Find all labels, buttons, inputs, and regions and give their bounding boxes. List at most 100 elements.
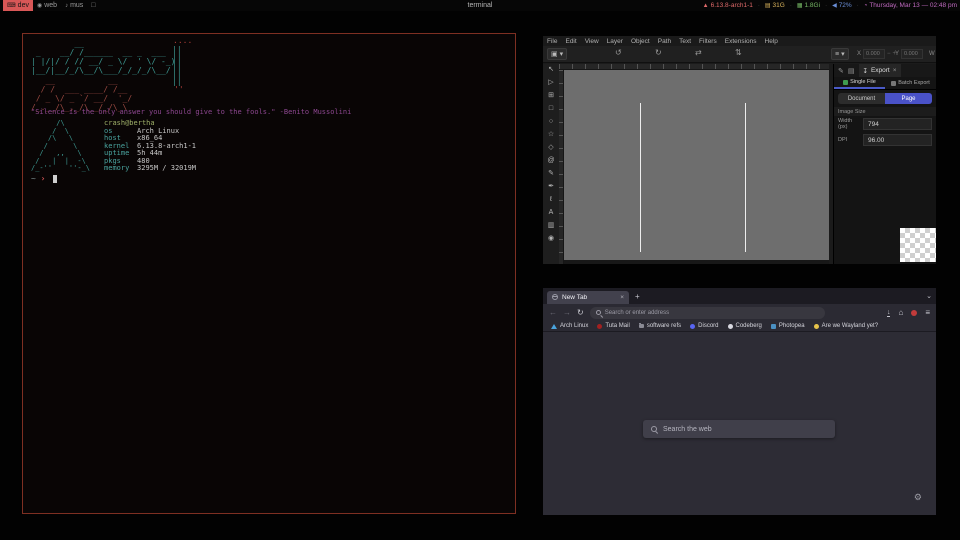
bookmarks-bar: Arch Linux Tuta Mail software refs Disco… (543, 321, 936, 332)
clock-status: ◔ Thursday, Mar 13 — 02:48 pm (864, 2, 957, 9)
bookmark-codeberg[interactable]: Codeberg (728, 323, 762, 329)
workspace-tag-web[interactable]: ◉ web (33, 0, 61, 11)
bookmark-photopea[interactable]: Photopea (771, 323, 805, 329)
menu-filters[interactable]: Filters (699, 38, 717, 45)
new-tab-button[interactable]: + (635, 292, 640, 301)
menu-object[interactable]: Object (631, 38, 650, 45)
box-tool-icon[interactable]: ◇ (548, 144, 553, 152)
ascii-art-bang-foot: '' (174, 86, 184, 94)
bookmark-discord[interactable]: Discord (690, 323, 718, 329)
toolbar-actions: ↓ ⌂ ≡ (887, 308, 930, 317)
flip-vertical-icon[interactable]: ⇅ (735, 48, 742, 57)
pencil-tool-icon[interactable]: ✎ (548, 170, 554, 178)
dropper-tool-icon[interactable]: ◉ (548, 235, 554, 243)
y-coordinate-field: Y 0.000 (895, 49, 923, 59)
menu-edit[interactable]: Edit (565, 38, 576, 45)
forward-button[interactable]: → (563, 308, 571, 317)
disk-status: ▤ 31G (765, 2, 785, 9)
menu-path[interactable]: Path (658, 38, 671, 45)
star-tool-icon[interactable]: ☆ (548, 131, 554, 139)
browser-tab[interactable]: New Tab × (547, 291, 629, 304)
separator: · (790, 3, 792, 9)
workspace-label: mus (70, 2, 83, 9)
tab-batch-export[interactable]: Batch Export (885, 77, 936, 89)
selection-mode-dropdown[interactable]: ▣ ▾ (547, 48, 567, 60)
horizontal-scrollbar[interactable] (564, 260, 829, 264)
back-button[interactable]: ← (549, 308, 557, 317)
arch-icon: ▲ (703, 3, 709, 9)
home-button[interactable]: ⌂ (898, 308, 903, 317)
gradient-tool-icon[interactable]: ▥ (548, 222, 555, 230)
url-input[interactable]: Search or enter address (590, 307, 825, 319)
text-tool-icon[interactable]: A (549, 209, 554, 217)
shape-builder-tool-icon[interactable]: ⊞ (548, 92, 554, 100)
globe-icon (552, 294, 558, 300)
workspace-tag-dev[interactable]: ⌨ dev (3, 0, 33, 11)
memory-status: ▦ 1.8Gi (797, 2, 820, 9)
fetch-row-memory: memory3295M / 32019M (104, 165, 196, 173)
width-input[interactable]: 794 (863, 118, 932, 130)
tab-single-file[interactable]: Single File (834, 77, 885, 89)
chevron-down-icon: ▾ (841, 50, 845, 58)
rotate-cw-icon[interactable]: ↻ (655, 48, 662, 57)
decrement-button[interactable]: − (887, 51, 891, 57)
list-tabs-chevron-icon[interactable]: ⌄ (926, 292, 932, 300)
bookmark-are-we-wayland-yet[interactable]: Are we Wayland yet? (814, 323, 878, 329)
separator: · (857, 3, 859, 9)
spiral-tool-icon[interactable]: @ (547, 157, 554, 165)
align-icon: ≡ (835, 51, 839, 58)
clock-icon: ◔ (864, 3, 868, 9)
close-icon[interactable]: × (893, 67, 897, 74)
ellipse-tool-icon[interactable]: ○ (549, 118, 553, 126)
menu-view[interactable]: View (585, 38, 599, 45)
arch-logo-ascii: /\ / \ /\ \ / \ / ,, \ / | | -\ /_-'' ''… (31, 120, 90, 173)
page-right-edge (745, 103, 746, 252)
new-tab-page: Search the web ⚙ (543, 332, 936, 515)
menu-text[interactable]: Text (679, 38, 691, 45)
menu-layer[interactable]: Layer (607, 38, 623, 45)
node-tool-icon[interactable]: ▷ (548, 79, 553, 87)
dpi-input[interactable]: 96.00 (863, 134, 932, 146)
bookmark-arch-linux[interactable]: Arch Linux (551, 323, 588, 329)
downloads-button[interactable]: ↓ (887, 309, 891, 317)
rotate-ccw-icon[interactable]: ↺ (615, 48, 622, 57)
terminal-window[interactable]: __ _ __/ /______ __ _ ___ | |/|/ / // __… (22, 33, 516, 514)
selector-tool-icon[interactable]: ↖ (548, 66, 554, 74)
text-cursor (53, 175, 57, 183)
document-button[interactable]: Document (838, 93, 885, 104)
export-dialog-tab[interactable]: ↧ Export × (859, 64, 901, 77)
close-tab-icon[interactable]: × (620, 294, 624, 301)
bookmark-tuta-mail[interactable]: Tuta Mail (597, 323, 629, 329)
workspace-tag-mus[interactable]: ♪ mus (61, 0, 87, 11)
export-icon: ↧ (863, 67, 868, 75)
search-icon (651, 426, 657, 432)
rectangle-tool-icon[interactable]: □ (549, 105, 553, 113)
layout-indicator-icon[interactable]: □ (91, 2, 95, 9)
layers-dialog-icon[interactable]: ▤ (848, 67, 855, 75)
extension-icon[interactable] (911, 310, 917, 316)
web-search-input[interactable]: Search the web (643, 420, 835, 438)
y-input[interactable]: 0.000 (901, 49, 923, 59)
bookmark-folder-software-refs[interactable]: software refs (639, 323, 681, 329)
wayland-favicon (814, 324, 819, 329)
pen-tool-icon[interactable]: ✒ (548, 183, 554, 191)
menu-button[interactable]: ≡ (925, 308, 930, 317)
canvas[interactable] (564, 70, 829, 260)
page-button[interactable]: Page (885, 93, 932, 104)
menu-extensions[interactable]: Extensions (725, 38, 757, 45)
align-dropdown[interactable]: ≡ ▾ (831, 48, 849, 60)
reload-button[interactable]: ↻ (577, 308, 584, 317)
tool-options-bar: ▣ ▾ ↺ ↻ ⇄ ⇅ ≡ ▾ X 0.000 − + Y 0.000 W 0.… (543, 46, 936, 63)
prompt-cwd: ~ (31, 174, 36, 183)
ascii-art-bang-bars: || || || || || (172, 46, 182, 86)
menu-file[interactable]: File (547, 38, 557, 45)
selection-icon: ▣ (551, 50, 558, 58)
memory-icon: ▦ (797, 2, 803, 9)
flip-horizontal-icon[interactable]: ⇄ (695, 48, 702, 57)
edit-dialog-icon[interactable]: ✎ (838, 67, 844, 75)
x-input[interactable]: 0.000 (863, 49, 885, 59)
menu-help[interactable]: Help (765, 38, 778, 45)
calligraphy-tool-icon[interactable]: ℓ (550, 196, 552, 204)
personalize-gear-icon[interactable]: ⚙ (914, 492, 922, 503)
shell-prompt[interactable]: ~ › (31, 174, 57, 183)
